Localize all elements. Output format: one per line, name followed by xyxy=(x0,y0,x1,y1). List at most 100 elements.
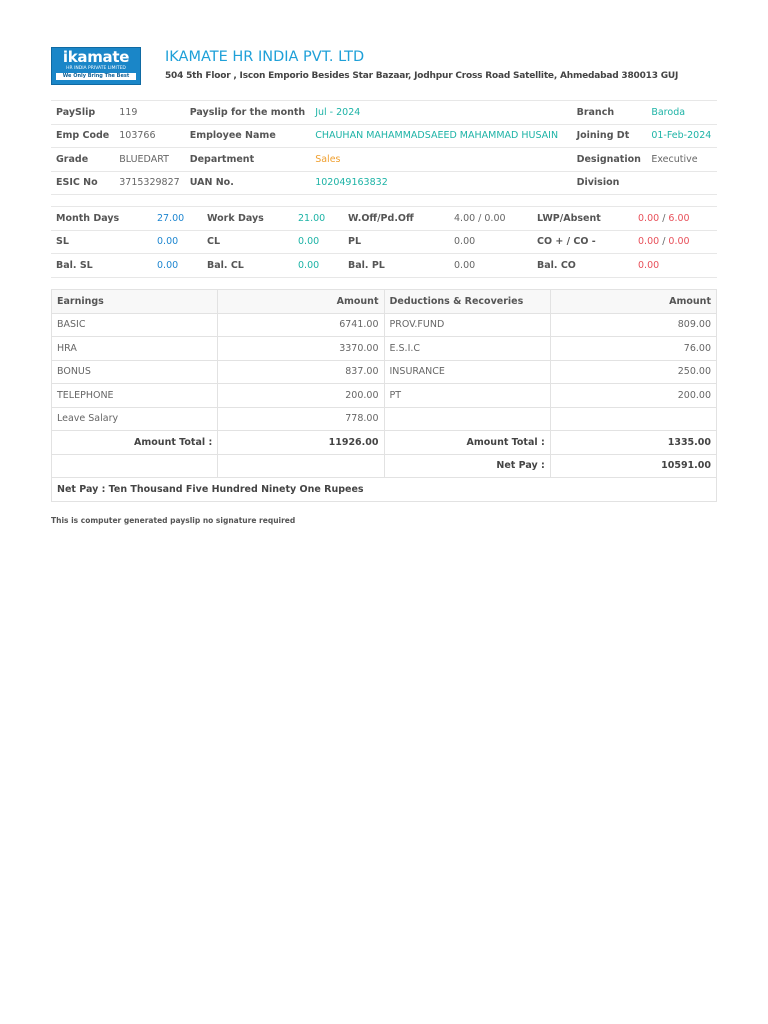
sl-value: 0.00 xyxy=(152,229,202,254)
division-label: Division xyxy=(571,170,647,195)
logo-tagline: We Only Bring The Best xyxy=(56,73,136,80)
deduction-amount: 250.00 xyxy=(549,359,718,384)
bal-cl-label: Bal. CL xyxy=(202,253,293,278)
month-label: Payslip for the month xyxy=(184,100,311,125)
table-row: Month Days 27.00 Work Days 21.00 W.Off/P… xyxy=(51,206,717,231)
lwp-value-b: 6.00 xyxy=(668,212,690,224)
weekly-off-value: 4.00 / 0.00 xyxy=(449,206,532,231)
lwp-value: 0.00 / 6.00 xyxy=(633,206,717,231)
deduction-amount: 76.00 xyxy=(549,336,718,361)
deductions-total-value: 1335.00 xyxy=(549,430,718,455)
table-row: Grade BLUEDART Department Sales Designat… xyxy=(51,147,717,172)
bal-pl-value: 0.00 xyxy=(449,253,532,278)
bal-sl-label: Bal. SL xyxy=(51,253,152,278)
earning-amount: 837.00 xyxy=(217,359,385,384)
joining-date: 01-Feb-2024 xyxy=(646,123,717,148)
table-row: ESIC No 3715329827 UAN No. 102049163832 … xyxy=(51,170,717,195)
esic-label: ESIC No xyxy=(51,170,115,195)
month-days-label: Month Days xyxy=(51,206,152,231)
department-label: Department xyxy=(184,147,311,172)
bal-co-value: 0.00 xyxy=(633,253,717,278)
deduction-name: E.S.I.C xyxy=(383,336,551,361)
weekly-off-label: W.Off/Pd.Off xyxy=(343,206,449,231)
table-header-row: Earnings Amount Deductions & Recoveries … xyxy=(50,289,718,314)
grade-value: BLUEDART xyxy=(114,147,185,172)
earnings-total-value: 11926.00 xyxy=(217,430,385,455)
net-pay-value: 10591.00 xyxy=(549,453,718,478)
earnings-amount-header: Amount xyxy=(217,289,385,314)
branch-value: Baroda xyxy=(646,100,717,125)
net-pay-words: Net Pay : Ten Thousand Five Hundred Nine… xyxy=(51,477,717,502)
attendance-table: Month Days 27.00 Work Days 21.00 W.Off/P… xyxy=(51,206,717,278)
employee-info-table: PaySlip 119 Payslip for the month Jul - … xyxy=(51,100,717,195)
joining-label: Joining Dt xyxy=(571,123,647,148)
designation-label: Designation xyxy=(571,147,647,172)
company-logo: ikamate HR INDIA PRIVATE LIMITED We Only… xyxy=(51,47,141,85)
pl-value: 0.00 xyxy=(449,229,532,254)
payslip-label: PaySlip xyxy=(51,100,115,125)
separator: / xyxy=(662,212,666,224)
bal-sl-value: 0.00 xyxy=(152,253,202,278)
pl-label: PL xyxy=(343,229,449,254)
deduction-amount xyxy=(549,406,718,431)
footer-note: This is computer generated payslip no si… xyxy=(51,516,296,525)
sl-label: SL xyxy=(51,229,152,254)
bal-cl-value: 0.00 xyxy=(293,253,343,278)
employee-name-label: Employee Name xyxy=(184,123,311,148)
table-row: TELEPHONE 200.00 PT 200.00 xyxy=(50,383,718,408)
month-days-value: 27.00 xyxy=(152,206,202,231)
earning-name: HRA xyxy=(50,336,219,361)
deductions-total-label: Amount Total : xyxy=(383,430,551,455)
table-row: Emp Code 103766 Employee Name CHAUHAN MA… xyxy=(51,123,717,148)
deductions-amount-header: Amount xyxy=(549,289,718,314)
department-value: Sales xyxy=(310,147,572,172)
net-pay-row: Net Pay : 10591.00 xyxy=(50,453,718,478)
payslip-number: 119 xyxy=(114,100,185,125)
emp-code-value: 103766 xyxy=(114,123,185,148)
table-row: PaySlip 119 Payslip for the month Jul - … xyxy=(51,100,717,125)
bal-pl-label: Bal. PL xyxy=(343,253,449,278)
empty-cell xyxy=(217,453,385,478)
logo-subtitle: HR INDIA PRIVATE LIMITED xyxy=(66,66,126,71)
earning-name: BONUS xyxy=(50,359,219,384)
net-pay-words-row: Net Pay : Ten Thousand Five Hundred Nine… xyxy=(51,477,717,502)
deduction-amount: 200.00 xyxy=(549,383,718,408)
earnings-total-label: Amount Total : xyxy=(50,430,219,455)
division-value xyxy=(646,170,717,195)
grade-label: Grade xyxy=(51,147,115,172)
work-days-value: 21.00 xyxy=(293,206,343,231)
esic-value: 3715329827 xyxy=(114,170,185,195)
deduction-name: INSURANCE xyxy=(383,359,551,384)
table-row: Leave Salary 778.00 xyxy=(50,406,718,431)
branch-label: Branch xyxy=(571,100,647,125)
salary-table: Earnings Amount Deductions & Recoveries … xyxy=(50,289,718,502)
uan-label: UAN No. xyxy=(184,170,311,195)
table-row: HRA 3370.00 E.S.I.C 76.00 xyxy=(50,336,718,361)
deduction-amount: 809.00 xyxy=(549,312,718,337)
co-value-a: 0.00 xyxy=(638,236,660,248)
employee-name-value: CHAUHAN MAHAMMADSAEED MAHAMMAD HUSAIN xyxy=(310,123,572,148)
co-label: CO + / CO - xyxy=(532,229,633,254)
table-row: BASIC 6741.00 PROV.FUND 809.00 xyxy=(50,312,718,337)
designation-value: Executive xyxy=(646,147,717,172)
payslip-month: Jul - 2024 xyxy=(310,100,572,125)
co-value-b: 0.00 xyxy=(668,236,690,248)
earning-name: Leave Salary xyxy=(50,406,219,431)
earnings-header: Earnings xyxy=(50,289,219,314)
company-address: 504 5th Floor , Iscon Emporio Besides St… xyxy=(165,71,679,81)
logo-brand: ikamate xyxy=(62,48,130,66)
net-pay-label: Net Pay : xyxy=(383,453,551,478)
earning-amount: 6741.00 xyxy=(217,312,385,337)
deductions-header: Deductions & Recoveries xyxy=(383,289,551,314)
emp-code-label: Emp Code xyxy=(51,123,115,148)
earning-name: BASIC xyxy=(50,312,219,337)
table-row: SL 0.00 CL 0.00 PL 0.00 CO + / CO - 0.00… xyxy=(51,229,717,254)
earning-amount: 778.00 xyxy=(217,406,385,431)
company-name: IKAMATE HR INDIA PVT. LTD xyxy=(165,49,365,65)
table-row: BONUS 837.00 INSURANCE 250.00 xyxy=(50,359,718,384)
deduction-name: PT xyxy=(383,383,551,408)
uan-value: 102049163832 xyxy=(310,170,572,195)
bal-co-label: Bal. CO xyxy=(532,253,633,278)
lwp-value-a: 0.00 xyxy=(638,212,660,224)
co-value: 0.00 / 0.00 xyxy=(633,229,717,254)
